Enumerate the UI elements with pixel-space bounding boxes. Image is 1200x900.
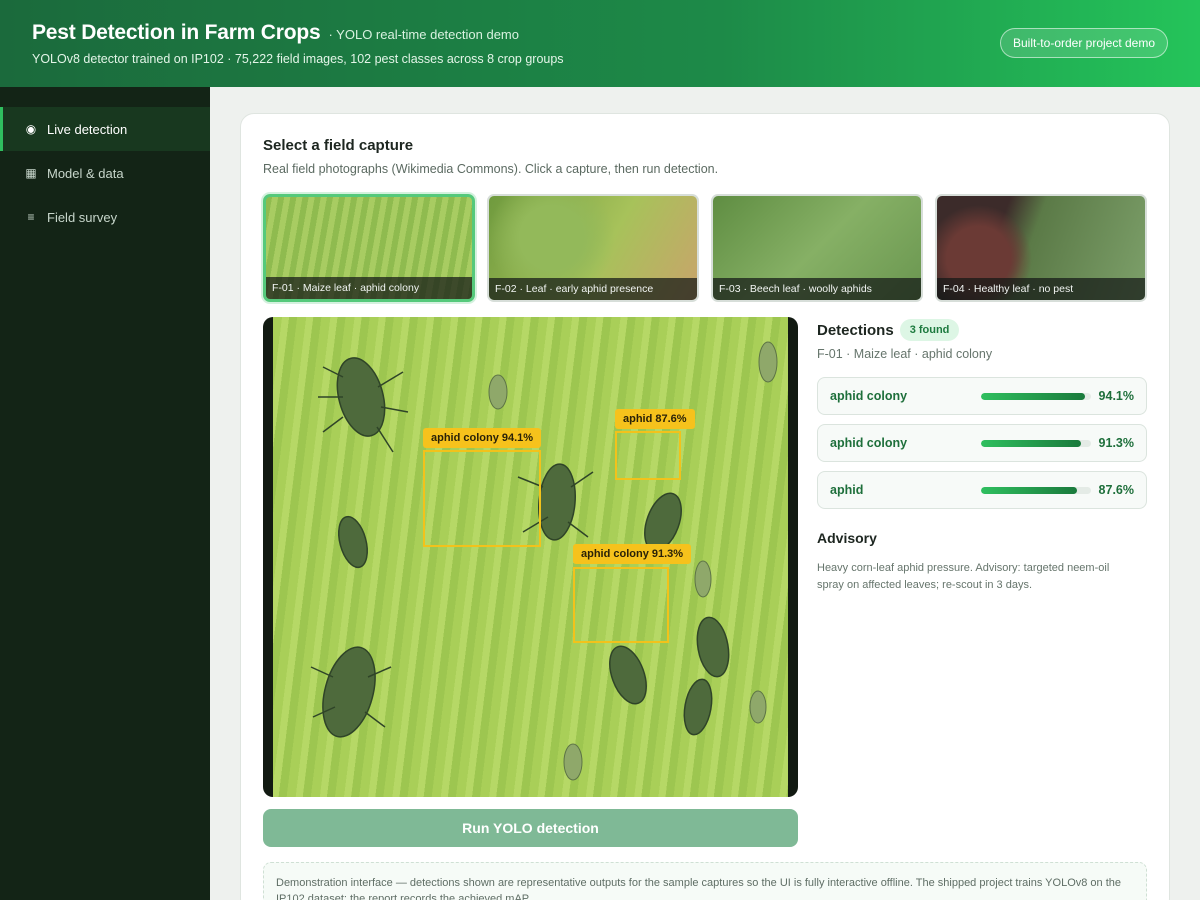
detection-confidence: 91.3% xyxy=(1098,436,1134,450)
detection-label: aphid colony xyxy=(830,389,908,403)
project-demo-button[interactable]: Built-to-order project demo xyxy=(1000,28,1168,58)
detections-header: Detections 3 found xyxy=(817,319,960,341)
run-detection-button[interactable]: Run YOLO detection xyxy=(263,809,798,847)
detection-box-label: aphid colony 91.3% xyxy=(573,544,692,564)
capture-caption: F-03 · Beech leaf · woolly aphids xyxy=(713,278,921,300)
confidence-fill xyxy=(981,440,1082,447)
capture-thumb-f03[interactable]: F-03 · Beech leaf · woolly aphids xyxy=(711,194,923,302)
capture-thumb-f01[interactable]: F-01 · Maize leaf · aphid colony xyxy=(263,194,475,302)
maize-leaf-image xyxy=(273,317,788,797)
advisory-text: Heavy corn-leaf aphid pressure. Advisory… xyxy=(817,562,1110,591)
confidence-bar xyxy=(981,440,1091,447)
confidence-fill xyxy=(981,393,1085,400)
sidebar-item-model-data[interactable]: ▦ Model & data xyxy=(0,151,210,195)
app-description: YOLOv8 detector trained on IP102 · 75,22… xyxy=(32,52,564,66)
confidence-bar xyxy=(981,393,1091,400)
main-card: Select a field capture Real field photog… xyxy=(240,113,1170,900)
capture-section-title: Select a field capture xyxy=(263,137,414,154)
detection-label: aphid xyxy=(830,483,864,497)
detection-box-label: aphid 87.6% xyxy=(615,409,695,429)
detection-box-label: aphid colony 94.1% xyxy=(423,428,542,448)
sidebar-item-label: Live detection xyxy=(47,121,128,137)
capture-thumb-f02[interactable]: F-02 · Leaf · early aphid presence xyxy=(487,194,699,302)
capture-thumbnails: F-01 · Maize leaf · aphid colony F-02 · … xyxy=(263,194,1147,302)
app-subtitle: · YOLO real-time detection demo xyxy=(328,27,519,42)
radio-dot-icon: ◉ xyxy=(25,122,37,136)
aphid-illustration xyxy=(310,341,778,781)
sidebar-item-field-survey[interactable]: ≡ Field survey xyxy=(0,195,210,239)
capture-caption: F-01 · Maize leaf · aphid colony xyxy=(266,277,472,299)
detection-box-3[interactable] xyxy=(573,567,669,643)
capture-thumb-f04[interactable]: F-04 · Healthy leaf · no pest xyxy=(935,194,1147,302)
detection-box-1[interactable] xyxy=(423,450,541,547)
title-row: Pest Detection in Farm Crops · YOLO real… xyxy=(32,21,519,45)
sidebar-item-label: Model & data xyxy=(47,165,124,181)
sidebar-item-label: Field survey xyxy=(47,209,118,225)
demo-note: Demonstration interface — detections sho… xyxy=(263,862,1147,900)
detections-count-badge: 3 found xyxy=(899,319,960,341)
app-header: Pest Detection in Farm Crops · YOLO real… xyxy=(0,0,1200,87)
detection-box-2[interactable] xyxy=(615,431,681,480)
capture-section-subtitle: Real field photographs (Wikimedia Common… xyxy=(263,162,719,176)
detection-viewer: aphid colony 94.1% aphid 87.6% aphid col… xyxy=(263,317,798,797)
detection-row[interactable]: aphid 87.6% xyxy=(817,471,1147,509)
detection-row[interactable]: aphid colony 94.1% xyxy=(817,377,1147,415)
confidence-fill xyxy=(981,487,1078,494)
sidebar: ◉ Live detection ▦ Model & data ≡ Field … xyxy=(0,87,210,900)
detections-capture-name: F-01 · Maize leaf · aphid colony xyxy=(817,347,993,361)
advisory-title: Advisory xyxy=(817,530,877,546)
detection-confidence: 94.1% xyxy=(1098,389,1134,403)
detection-label: aphid colony xyxy=(830,436,908,450)
detection-row[interactable]: aphid colony 91.3% xyxy=(817,424,1147,462)
sidebar-item-live-detection[interactable]: ◉ Live detection xyxy=(0,107,210,151)
confidence-bar xyxy=(981,487,1091,494)
detection-confidence: 87.6% xyxy=(1098,483,1134,497)
detections-title: Detections xyxy=(817,321,894,339)
list-icon: ≡ xyxy=(27,210,35,224)
capture-caption: F-02 · Leaf · early aphid presence xyxy=(489,278,697,300)
grid-icon: ▦ xyxy=(25,166,37,180)
app-title: Pest Detection in Farm Crops xyxy=(32,21,321,44)
capture-caption: F-04 · Healthy leaf · no pest xyxy=(937,278,1145,300)
